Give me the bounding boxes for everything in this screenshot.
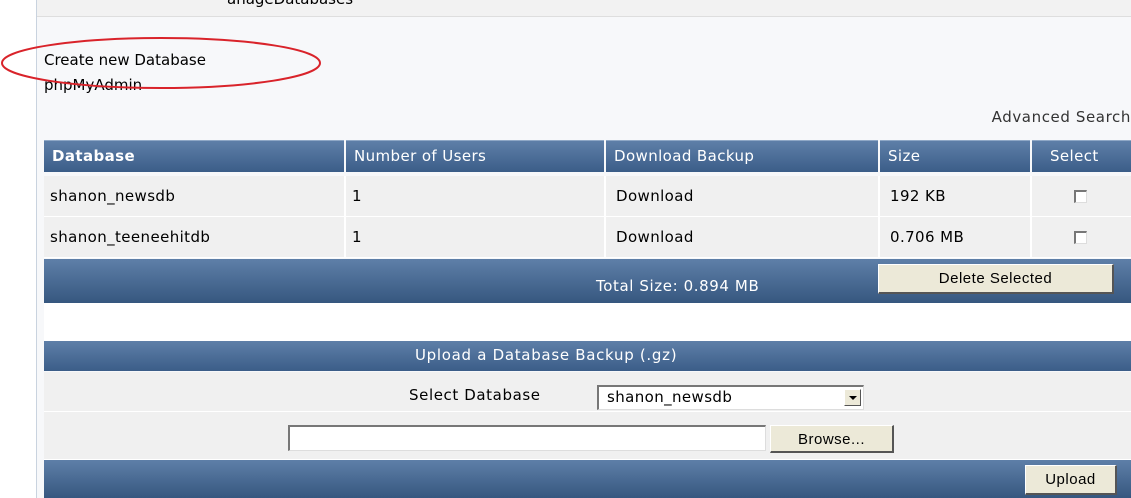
users-count-cell: 1 — [352, 228, 362, 246]
upload-section-title: Upload a Database Backup (.gz) — [415, 346, 678, 364]
database-select[interactable]: shanon_newsdb — [597, 385, 864, 410]
advanced-search-link[interactable]: Advanced Search — [992, 108, 1131, 126]
column-divider — [878, 217, 880, 257]
total-size-label: Total Size: 0.894 MB — [596, 277, 760, 295]
header-database[interactable]: Database — [44, 140, 344, 172]
column-divider — [604, 176, 606, 216]
column-divider — [344, 176, 346, 216]
browse-button[interactable]: Browse... — [770, 425, 894, 453]
users-count-cell: 1 — [352, 187, 362, 205]
section-spacer — [44, 303, 1131, 341]
download-link[interactable]: Download — [610, 217, 694, 257]
column-divider — [344, 217, 346, 257]
table-row: shanon_newsdb 1 Download 192 KB — [44, 176, 1131, 217]
database-name-cell: shanon_newsdb — [50, 187, 176, 205]
select-database-row — [44, 372, 1131, 412]
upload-footer-bar — [44, 460, 1131, 498]
select-checkbox[interactable] — [1074, 190, 1087, 203]
cut-off-heading: anageDatabases — [227, 0, 353, 8]
header-select: Select — [1032, 140, 1131, 172]
column-divider — [1030, 217, 1032, 257]
select-checkbox[interactable] — [1074, 231, 1087, 244]
column-divider — [604, 217, 606, 257]
column-divider — [1030, 176, 1032, 216]
select-database-label: Select Database — [409, 386, 541, 404]
left-frame-border — [0, 0, 37, 498]
upload-button[interactable]: Upload — [1025, 465, 1117, 495]
database-select-value: shanon_newsdb — [607, 388, 733, 406]
download-link[interactable]: Download — [610, 176, 694, 216]
size-cell: 192 KB — [890, 187, 946, 205]
file-path-input[interactable] — [288, 425, 766, 451]
header-size[interactable]: Size — [880, 140, 1030, 172]
chevron-down-icon[interactable] — [844, 389, 861, 406]
column-divider — [878, 176, 880, 216]
phpmyadmin-link[interactable]: phpMyAdmin — [44, 76, 142, 94]
header-download-backup[interactable]: Download Backup — [606, 140, 878, 172]
create-database-link[interactable]: Create new Database — [44, 51, 206, 69]
header-number-of-users[interactable]: Number of Users — [346, 140, 604, 172]
delete-selected-button[interactable]: Delete Selected — [878, 264, 1114, 294]
table-row: shanon_teeneehitdb 1 Download 0.706 MB — [44, 217, 1131, 258]
database-name-cell: shanon_teeneehitdb — [50, 228, 211, 246]
size-cell: 0.706 MB — [890, 228, 965, 246]
top-header-strip: anageDatabases — [37, 0, 1131, 17]
